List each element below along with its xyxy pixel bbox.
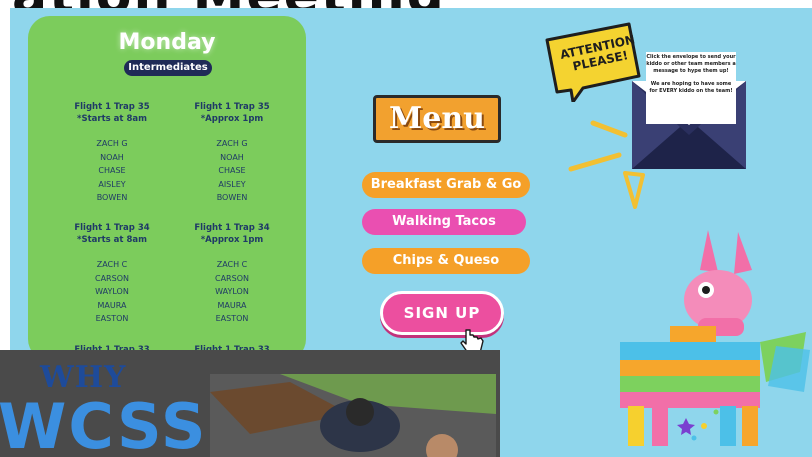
flight-time: *Approx 1pm (200, 235, 264, 245)
roster-name: CHASE (98, 166, 126, 175)
sparkle-lines-icon (568, 120, 645, 209)
roster-name: ZACH G (96, 139, 128, 148)
flight-time: *Approx 1pm (200, 114, 264, 124)
roster-name: EASTON (95, 314, 129, 323)
menu-item-chips-queso[interactable]: Chips & Queso (362, 248, 530, 274)
flight-heading: Flight 1 Trap 34 (194, 223, 270, 233)
roster-name: MAURA (97, 300, 127, 310)
roster-name: BOWEN (96, 193, 128, 202)
flight-block-left: Flight 1 Trap 34 *Starts at 8am ZACH C C… (52, 222, 172, 326)
flight-time: *Starts at 8am (77, 235, 147, 245)
roster-name: BOWEN (216, 193, 248, 202)
left-margin (0, 0, 10, 350)
flight-heading: Flight 1 Trap 35 (74, 102, 150, 112)
roster-name: WAYLON (215, 287, 249, 296)
flight-heading: Flight 1 Trap 34 (74, 223, 150, 233)
roster-name: EASTON (215, 314, 249, 323)
flight-time: *Starts at 8am (77, 114, 147, 124)
roster-name: CHASE (218, 166, 246, 175)
roster-name: CARSON (215, 273, 249, 283)
roster-name: MAURA (217, 300, 247, 310)
flight-block-right: Flight 1 Trap 34 *Approx 1pm ZACH C CARS… (172, 222, 292, 326)
flight-heading: Flight 1 Trap 35 (194, 102, 270, 112)
envelope-note-text: Click the envelope to send your kiddo or… (646, 54, 736, 74)
level-badge: Intermediates (124, 60, 212, 76)
roster-name: WAYLON (95, 287, 129, 296)
menu-title: Menu (389, 101, 485, 136)
schedule-day: Monday (118, 30, 216, 55)
menu-item-breakfast[interactable]: Breakfast Grab & Go (362, 172, 530, 198)
pinata-illustration (620, 230, 810, 446)
video-overlay-banner[interactable]: WHY WCSS (0, 350, 500, 457)
roster-name: ZACH C (216, 260, 248, 269)
envelope-note[interactable]: Click the envelope to send your kiddo or… (646, 52, 736, 124)
roster-name: NOAH (100, 152, 124, 162)
flight-block-left: Flight 1 Trap 35 *Starts at 8am ZACH G N… (52, 101, 172, 205)
roster-name: ZACH G (216, 139, 248, 148)
menu-heading: Menu (373, 95, 501, 143)
flight-block-right: Flight 1 Trap 35 *Approx 1pm ZACH G NOAH… (172, 101, 292, 205)
envelope-note-text-2: We are hoping to have some for EVERY kid… (649, 81, 733, 94)
cropped-title: ation Meeting (12, 0, 446, 8)
roster-name: AISLEY (218, 179, 246, 189)
roster-name: AISLEY (98, 179, 126, 189)
menu-item-walking-tacos[interactable]: Walking Tacos (362, 209, 526, 235)
roster-name: CARSON (95, 273, 129, 283)
overlay-wcss-text: WCSS (0, 390, 208, 457)
schedule-card: Monday Intermediates Flight 1 Trap 35 *S… (28, 16, 306, 361)
overlay-photo (210, 374, 496, 457)
top-strip: ation Meeting (0, 0, 812, 8)
roster-name: NOAH (220, 152, 244, 162)
roster-name: ZACH C (96, 260, 128, 269)
